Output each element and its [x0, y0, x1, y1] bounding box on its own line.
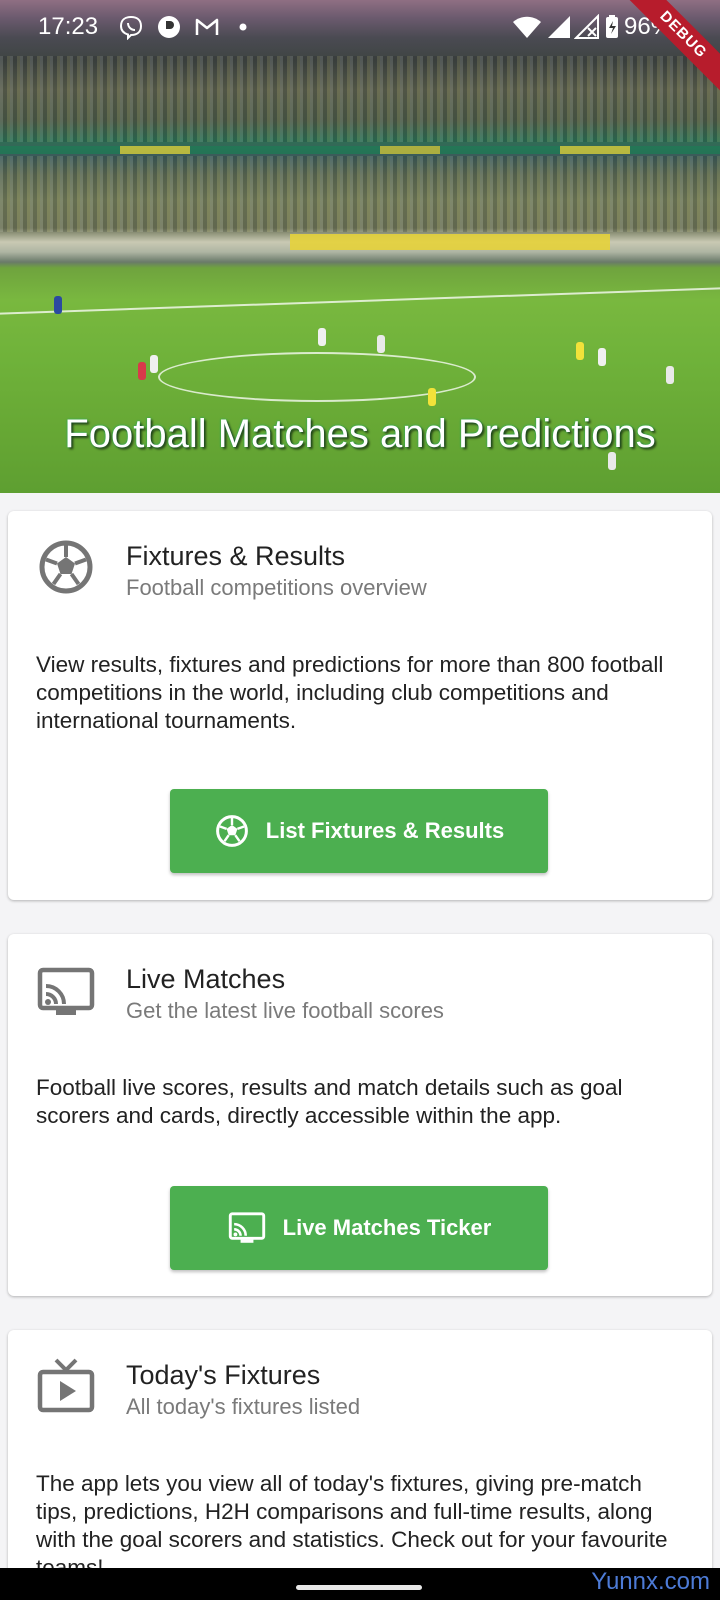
- app-notification-icon: [158, 16, 180, 38]
- card-live-matches: Live Matches Get the latest live footbal…: [8, 934, 712, 1296]
- card-todays-fixtures: Today's Fixtures All today's fixtures li…: [8, 1330, 712, 1600]
- card-description: The app lets you view all of today's fix…: [36, 1471, 668, 1580]
- card-subtitle: All today's fixtures listed: [126, 1394, 361, 1419]
- button-label: Live Matches Ticker: [282, 1215, 492, 1240]
- cast-icon: [228, 1212, 265, 1243]
- card-description: View results, fixtures and predictions f…: [36, 652, 664, 733]
- live-matches-ticker-button[interactable]: Live Matches Ticker: [170, 1186, 548, 1270]
- more-notifications-icon: [239, 23, 247, 31]
- card-subtitle: Get the latest live football scores: [126, 998, 444, 1023]
- card-title: Live Matches: [126, 964, 286, 994]
- card-title: Fixtures & Results: [126, 541, 346, 571]
- cell-signal-icon: [548, 16, 570, 38]
- home-gesture-handle[interactable]: [296, 1585, 422, 1590]
- wifi-icon: [513, 16, 541, 38]
- stadium-crowd: [0, 56, 720, 142]
- viber-icon: [119, 15, 143, 40]
- player: [318, 328, 326, 346]
- pitch-line: [0, 286, 720, 316]
- cast-icon: [37, 967, 95, 1015]
- card-description: Football live scores, results and match …: [36, 1075, 623, 1128]
- player: [576, 342, 584, 360]
- card-title: Today's Fixtures: [126, 1360, 321, 1390]
- player: [138, 362, 146, 380]
- player: [598, 348, 606, 366]
- hero-title: Football Matches and Predictions: [64, 412, 656, 456]
- player: [150, 355, 158, 373]
- player: [666, 366, 674, 384]
- gmail-icon: [195, 18, 219, 35]
- player: [428, 388, 436, 406]
- stadium-crowd-lower: [0, 156, 720, 232]
- player: [377, 335, 385, 353]
- status-time: 17:23: [38, 13, 99, 40]
- soccer-ball-icon: [215, 815, 248, 847]
- stadium-ad-board: [0, 146, 720, 154]
- card-fixtures-results: Fixtures & Results Football competitions…: [8, 511, 712, 900]
- player: [54, 296, 62, 314]
- no-signal-icon: [574, 14, 599, 39]
- list-fixtures-results-button[interactable]: List Fixtures & Results: [170, 789, 548, 873]
- hero-banner: Football Matches and Predictions: [0, 0, 720, 493]
- card-subtitle: Football competitions overview: [126, 575, 427, 600]
- watermark: Yunnx.com: [591, 1568, 710, 1595]
- soccer-ball-icon: [39, 540, 93, 594]
- stadium-banner: [290, 234, 610, 250]
- button-label: List Fixtures & Results: [265, 818, 505, 843]
- live-tv-icon: [37, 1358, 95, 1413]
- battery-icon: [606, 15, 618, 38]
- status-bar: 17:23 96%: [0, 0, 720, 56]
